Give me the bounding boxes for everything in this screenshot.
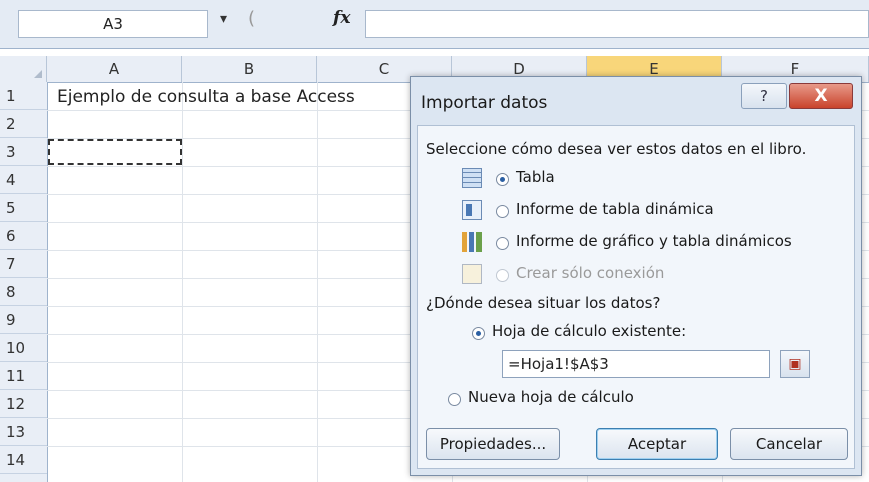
row-header[interactable]: 14	[0, 446, 47, 474]
selected-cell-a3[interactable]	[48, 139, 182, 165]
radio-pivot-chart[interactable]	[496, 237, 509, 250]
pivot-chart-icon	[462, 232, 482, 252]
row-header[interactable]: 13	[0, 418, 47, 446]
radio-connection-only	[496, 269, 509, 282]
close-button[interactable]: X	[789, 83, 853, 109]
radio-existing-sheet[interactable]	[472, 327, 485, 340]
formula-bar: A3 ▾ ( fx	[0, 0, 869, 49]
formula-cancel-icon[interactable]: (	[248, 8, 274, 36]
location-prompt: ¿Dónde desea situar los datos?	[426, 294, 661, 312]
row-header[interactable]: 8	[0, 278, 47, 306]
gridline	[182, 82, 183, 482]
row-header[interactable]: 6	[0, 222, 47, 250]
name-box[interactable]: A3	[18, 10, 208, 38]
radio-new-sheet[interactable]	[448, 393, 461, 406]
ok-button[interactable]: Aceptar	[596, 428, 718, 460]
option-new-sheet-label[interactable]: Nueva hoja de cálculo	[468, 388, 634, 406]
row-header[interactable]: 2	[0, 110, 47, 138]
help-button[interactable]: ?	[741, 83, 787, 109]
collapse-dialog-icon[interactable]: ▣	[780, 350, 810, 378]
gridline	[317, 82, 318, 482]
option-existing-sheet-label[interactable]: Hoja de cálculo existente:	[492, 322, 686, 340]
insert-function-icon[interactable]: fx	[333, 8, 350, 28]
dialog-title: Importar datos	[421, 93, 548, 113]
dialog-body: Seleccione cómo desea ver estos datos en…	[417, 125, 855, 469]
row-header[interactable]: 12	[0, 390, 47, 418]
option-pivot-table-label[interactable]: Informe de tabla dinámica	[516, 200, 714, 218]
radio-tabla[interactable]	[496, 173, 509, 186]
cell-reference-input[interactable]: =Hoja1!$A$3	[502, 350, 770, 378]
row-header[interactable]: 7	[0, 250, 47, 278]
select-all-corner[interactable]	[0, 56, 47, 82]
row-header[interactable]: 5	[0, 194, 47, 222]
name-box-dropdown-icon[interactable]: ▾	[220, 11, 227, 27]
radio-pivot-table[interactable]	[496, 205, 509, 218]
import-data-dialog: Importar datos ? X Seleccione cómo desea…	[410, 76, 862, 476]
properties-button[interactable]: Propiedades...	[426, 428, 560, 460]
option-tabla-label[interactable]: Tabla	[516, 168, 555, 186]
formula-input[interactable]	[365, 10, 869, 38]
column-header-b[interactable]: B	[182, 56, 317, 82]
row-headers: 1 2 3 4 5 6 7 8 9 10 11 12 13 14	[0, 82, 48, 482]
cancel-button[interactable]: Cancelar	[730, 428, 848, 460]
cell-a1[interactable]: Ejemplo de consulta a base Access	[57, 87, 355, 107]
row-header[interactable]: 4	[0, 166, 47, 194]
option-connection-only-label: Crear sólo conexión	[516, 264, 665, 282]
view-prompt: Seleccione cómo desea ver estos datos en…	[426, 140, 807, 158]
row-header[interactable]: 1	[0, 82, 47, 110]
option-pivot-chart-label[interactable]: Informe de gráfico y tabla dinámicos	[516, 232, 792, 250]
connection-icon	[462, 264, 482, 284]
table-icon	[462, 168, 482, 188]
row-header[interactable]: 10	[0, 334, 47, 362]
pivot-table-icon	[462, 200, 482, 220]
row-header[interactable]: 11	[0, 362, 47, 390]
row-header[interactable]: 9	[0, 306, 47, 334]
column-header-a[interactable]: A	[47, 56, 182, 82]
row-header[interactable]: 3	[0, 138, 47, 166]
